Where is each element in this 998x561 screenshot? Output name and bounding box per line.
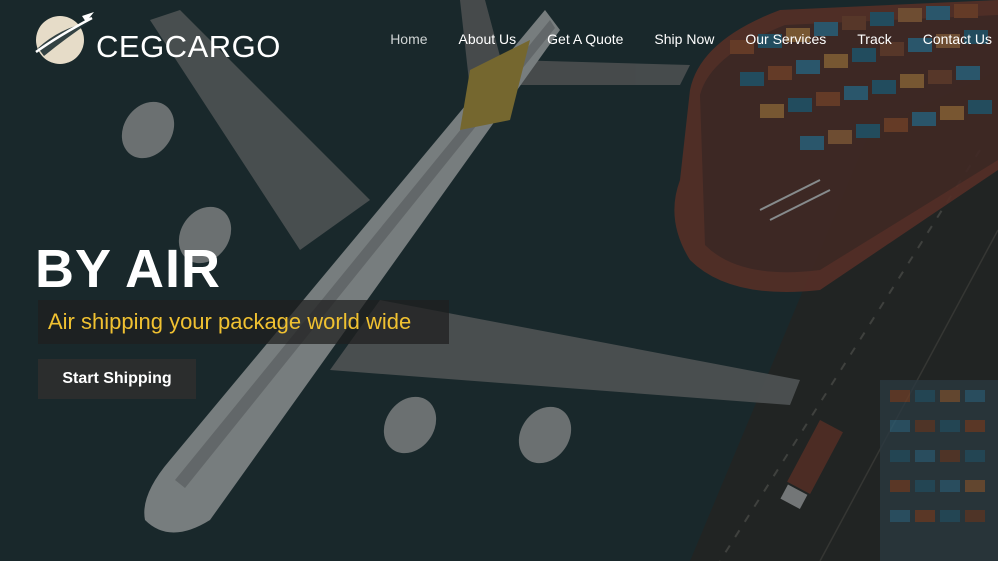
hero-title: BY AIR (35, 239, 222, 299)
nav-item-about-us[interactable]: About Us (428, 31, 517, 47)
main-nav: Home About Us Get A Quote Ship Now Our S… (359, 31, 992, 47)
start-shipping-button[interactable]: Start Shipping (38, 359, 196, 399)
hero-tagline-box: Air shipping your package world wide (38, 300, 449, 344)
site-header: CEGCARGO Home About Us Get A Quote Ship … (0, 0, 998, 80)
nav-item-our-services[interactable]: Our Services (714, 31, 826, 47)
brand-logo[interactable]: CEGCARGO (30, 8, 281, 68)
globe-plane-icon (35, 12, 94, 64)
hero-banner: CEGCARGO Home About Us Get A Quote Ship … (0, 0, 998, 561)
nav-item-track[interactable]: Track (826, 31, 891, 47)
brand-name: CEGCARGO (96, 29, 281, 64)
hero-tagline: Air shipping your package world wide (48, 309, 412, 334)
nav-item-contact-us[interactable]: Contact Us (892, 31, 992, 47)
nav-item-ship-now[interactable]: Ship Now (623, 31, 714, 47)
nav-item-get-a-quote[interactable]: Get A Quote (516, 31, 623, 47)
nav-item-home[interactable]: Home (359, 31, 427, 47)
